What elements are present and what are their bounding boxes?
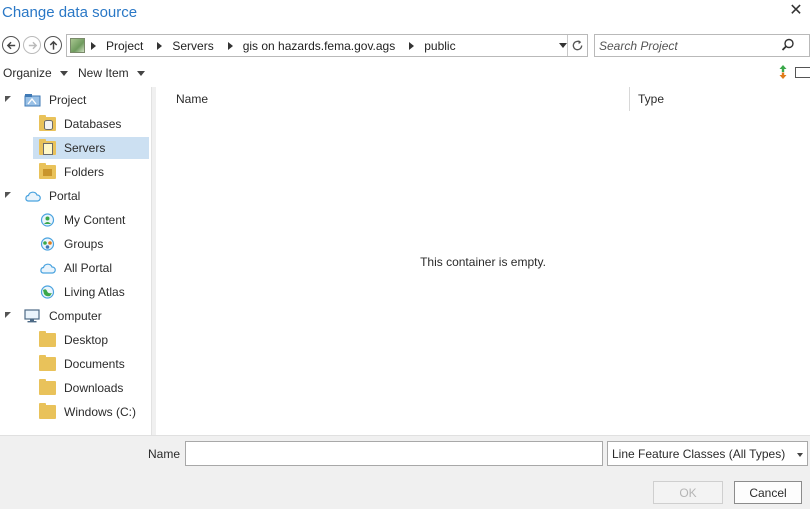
tree-item-living-atlas[interactable]: Living Atlas — [33, 281, 149, 303]
breadcrumb-servers[interactable]: Servers — [172, 39, 213, 53]
project-thumbnail-icon — [70, 38, 85, 53]
toolbar: Organize New Item — [0, 62, 810, 84]
tree-item-label: Groups — [64, 237, 104, 251]
chevron-down-icon — [59, 70, 68, 76]
tree-item-computer[interactable]: Computer — [0, 305, 151, 327]
living-atlas-icon — [40, 285, 55, 299]
name-input[interactable] — [185, 441, 603, 466]
forward-arrow-icon[interactable] — [23, 36, 41, 54]
tree-item-folders[interactable]: Folders — [33, 161, 149, 183]
tree-item-desktop[interactable]: Desktop — [33, 329, 149, 351]
drive-folder-icon — [39, 403, 56, 419]
expand-collapse-icon[interactable] — [5, 312, 11, 318]
tree-item-label: Servers — [64, 141, 106, 155]
tree-item-label: Computer — [49, 309, 102, 323]
empty-container-message: This container is empty. — [420, 255, 546, 269]
name-field-label: Name — [148, 447, 181, 461]
servers-folder-icon — [39, 139, 56, 155]
up-arrow-icon[interactable] — [44, 36, 62, 54]
search-input[interactable] — [595, 35, 775, 56]
address-bar[interactable]: Project Servers gis on hazards.fema.gov.… — [66, 34, 588, 57]
ok-button[interactable]: OK — [653, 481, 723, 504]
tree-item-my-content[interactable]: My Content — [33, 209, 149, 231]
breadcrumb-server-connection[interactable]: gis on hazards.fema.gov.ags — [243, 39, 396, 53]
view-toggle-icon[interactable] — [795, 67, 810, 78]
tree-item-label: Downloads — [64, 381, 124, 395]
portal-cloud-icon — [25, 191, 41, 202]
tree-item-label: All Portal — [64, 261, 113, 275]
new-item-menu[interactable]: New Item — [78, 66, 145, 80]
tree-item-portal[interactable]: Portal — [0, 185, 151, 207]
filter-select[interactable]: Line Feature Classes (All Types) — [607, 441, 808, 466]
dialog-title: Change data source — [2, 4, 138, 21]
tree-item-servers[interactable]: Servers — [33, 137, 149, 159]
organize-menu[interactable]: Organize — [3, 66, 68, 80]
breadcrumb-separator-icon[interactable] — [409, 41, 415, 50]
chevron-down-icon — [797, 453, 803, 457]
downloads-folder-icon — [39, 379, 56, 395]
sort-order-icon[interactable] — [778, 64, 788, 80]
tree-item-label: Project — [49, 93, 87, 107]
tree-item-label: Portal — [49, 189, 81, 203]
tree-item-label: My Content — [64, 213, 126, 227]
breadcrumb: Project Servers gis on hazards.fema.gov.… — [91, 35, 456, 56]
all-portal-cloud-icon — [40, 263, 56, 274]
tree-item-label: Documents — [64, 357, 125, 371]
breadcrumb-separator-icon[interactable] — [157, 41, 163, 50]
title-bar: Change data source ✕ — [0, 0, 810, 28]
expand-collapse-icon[interactable] — [5, 96, 11, 102]
expand-collapse-icon[interactable] — [5, 192, 11, 198]
tree-item-label: Folders — [64, 165, 105, 179]
chevron-down-icon — [136, 70, 145, 76]
content-pane: Name Type This container is empty. — [156, 87, 810, 435]
search-icon[interactable] — [781, 38, 795, 52]
tree-item-label: Living Atlas — [64, 285, 125, 299]
documents-folder-icon — [39, 355, 56, 371]
refresh-icon — [572, 40, 583, 51]
address-history-dropdown-icon[interactable] — [559, 43, 567, 48]
desktop-folder-icon — [39, 331, 56, 347]
close-icon[interactable]: ✕ — [788, 3, 804, 19]
organize-label: Organize — [3, 66, 52, 80]
tree-item-label: Windows (C:) — [64, 405, 137, 419]
breadcrumb-public[interactable]: public — [424, 39, 455, 53]
tree-item-project[interactable]: Project — [0, 89, 151, 111]
column-divider[interactable] — [629, 87, 630, 111]
navigation-tree: Project Databases Servers Folders Portal… — [0, 87, 151, 435]
my-content-icon — [40, 213, 55, 227]
column-header-name[interactable]: Name — [176, 87, 208, 111]
folders-folder-icon — [39, 163, 56, 179]
tree-item-label: Desktop — [64, 333, 109, 347]
dialog-footer: Name Line Feature Classes (All Types) OK… — [0, 435, 810, 509]
tree-item-all-portal[interactable]: All Portal — [33, 257, 149, 279]
filter-selected-value: Line Feature Classes (All Types) — [612, 446, 786, 461]
computer-icon — [24, 309, 40, 323]
column-header-type[interactable]: Type — [638, 87, 664, 111]
search-box — [594, 34, 810, 57]
tree-item-windows-c[interactable]: Windows (C:) — [33, 401, 149, 423]
breadcrumb-project[interactable]: Project — [106, 39, 143, 53]
tree-item-groups[interactable]: Groups — [33, 233, 149, 255]
groups-icon — [40, 237, 55, 251]
tree-item-databases[interactable]: Databases — [33, 113, 149, 135]
tree-item-documents[interactable]: Documents — [33, 353, 149, 375]
cancel-button[interactable]: Cancel — [734, 481, 802, 504]
refresh-button[interactable] — [567, 35, 587, 56]
tree-item-downloads[interactable]: Downloads — [33, 377, 149, 399]
tree-item-label: Databases — [64, 117, 122, 131]
databases-folder-icon — [39, 115, 56, 131]
breadcrumb-separator-icon[interactable] — [91, 41, 96, 50]
back-arrow-icon[interactable] — [2, 36, 20, 54]
new-item-label: New Item — [78, 66, 129, 80]
breadcrumb-separator-icon[interactable] — [227, 41, 233, 50]
project-icon — [24, 94, 41, 107]
